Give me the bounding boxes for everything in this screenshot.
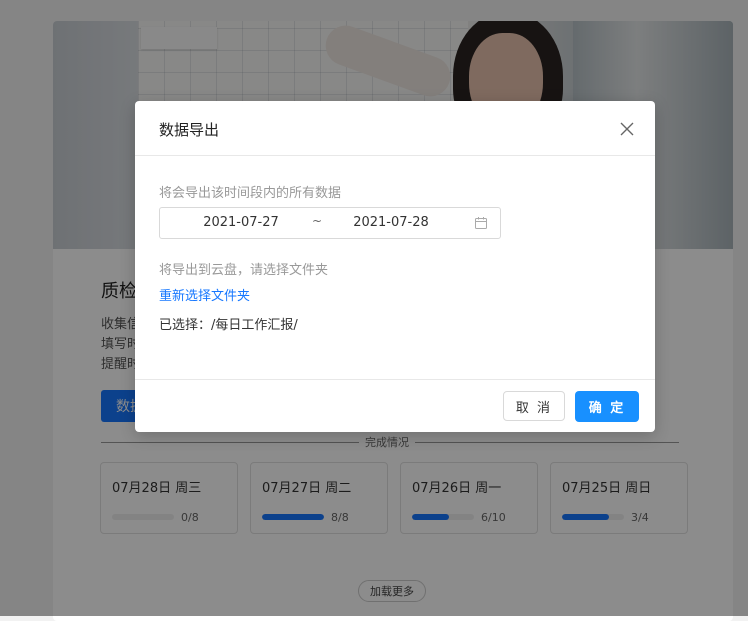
cancel-button[interactable]: 取 消 bbox=[503, 391, 565, 421]
range-hint: 将会导出该时间段内的所有数据 bbox=[159, 186, 342, 201]
export-dialog: 数据导出 将会导出该时间段内的所有数据 ~ 将导出到云盘，请选择文件夹 重新选择… bbox=[135, 101, 655, 432]
close-icon[interactable] bbox=[615, 117, 639, 141]
date-range-picker[interactable]: ~ bbox=[159, 207, 501, 239]
selected-path: /每日工作汇报/ bbox=[211, 318, 298, 333]
selected-label: 已选择： bbox=[159, 318, 212, 333]
confirm-button[interactable]: 确 定 bbox=[575, 391, 639, 422]
reselect-folder-link[interactable]: 重新选择文件夹 bbox=[159, 285, 250, 304]
range-separator: ~ bbox=[312, 214, 323, 228]
end-date-input[interactable] bbox=[336, 212, 446, 232]
dialog-header: 数据导出 bbox=[135, 101, 655, 156]
dialog-footer: 取 消 确 定 bbox=[135, 379, 655, 433]
calendar-icon[interactable] bbox=[474, 215, 488, 229]
selected-folder: 已选择：/每日工作汇报/ bbox=[159, 314, 298, 333]
dialog-title: 数据导出 bbox=[159, 121, 220, 139]
cloud-hint: 将导出到云盘，请选择文件夹 bbox=[159, 263, 329, 278]
start-date-input[interactable] bbox=[186, 212, 296, 232]
